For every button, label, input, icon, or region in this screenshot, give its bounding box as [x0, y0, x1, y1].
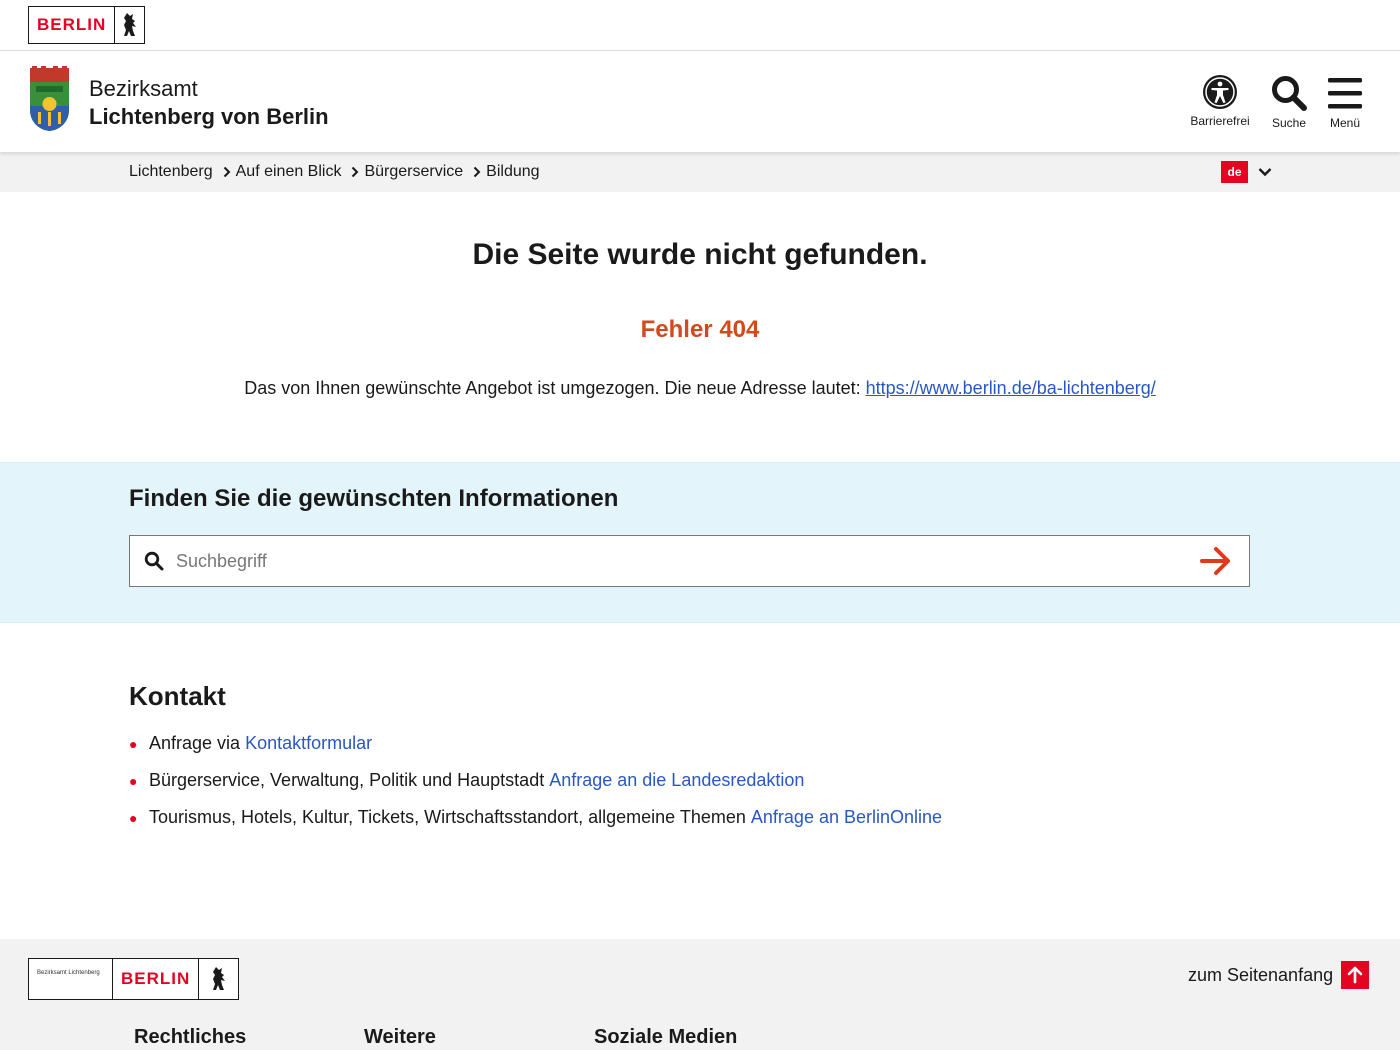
accessibility-button[interactable]: Barrierefrei: [1186, 74, 1254, 128]
list-item: ● Tourismus, Hotels, Kultur, Tickets, Wi…: [129, 807, 942, 844]
menu-label: Menü: [1329, 116, 1361, 130]
berlin-logo-text: BERLIN: [37, 15, 107, 34]
breadcrumb-link[interactable]: Lichtenberg: [129, 163, 213, 181]
contact-heading: Kontakt: [129, 681, 226, 711]
back-to-top-button[interactable]: zum Seitenanfang: [1188, 961, 1370, 989]
berlin-bear-icon: [114, 7, 144, 43]
error-message: Das von Ihnen gewünschte Angebot ist umg…: [0, 378, 1400, 399]
bullet-icon: ●: [129, 810, 138, 826]
footer-heading-rechtliches[interactable]: Rechtliches: [134, 1026, 246, 1049]
contact-item-text: Tourismus, Hotels, Kultur, Tickets, Wirt…: [149, 807, 746, 827]
contact-item-text: Bürgerservice, Verwaltung, Politik und H…: [149, 770, 545, 790]
search-input[interactable]: [176, 550, 1183, 572]
search-box: [129, 535, 1250, 587]
search-heading: Finden Sie die gewünschten Informationen: [129, 485, 619, 512]
error-message-text: Das von Ihnen gewünschte Angebot ist umg…: [244, 378, 861, 398]
search-section: Finden Sie die gewünschten Informationen: [0, 462, 1400, 623]
chevron-down-icon: [1258, 165, 1272, 179]
contact-list: ● Anfrage via Kontaktformular ● Bürgerse…: [129, 733, 942, 844]
list-item: ● Bürgerservice, Verwaltung, Politik und…: [129, 770, 942, 807]
chevron-right-icon: [351, 166, 359, 178]
contact-item-text: Anfrage via: [149, 733, 241, 753]
search-submit-button[interactable]: [1183, 536, 1249, 586]
contact-form-link[interactable]: Kontaktformular: [245, 733, 372, 754]
arrow-right-icon: [1200, 547, 1230, 575]
coat-of-arms-icon[interactable]: [28, 66, 71, 132]
footer-heading-weitere[interactable]: Weitere: [364, 1026, 436, 1049]
chevron-right-icon: [223, 166, 231, 178]
search-label: Suche: [1271, 116, 1307, 130]
accessibility-icon: [1203, 75, 1237, 109]
list-item: ● Anfrage via Kontaktformular: [129, 733, 942, 770]
site-footer: Bezirksamt Lichtenberg BERLIN zum Seiten…: [0, 939, 1400, 1050]
bullet-icon: ●: [129, 736, 138, 752]
arrow-up-icon: [1341, 961, 1370, 989]
breadcrumb-item-lichtenberg[interactable]: Lichtenberg: [129, 163, 213, 181]
header-search-button[interactable]: Suche: [1266, 74, 1312, 130]
search-icon: [130, 551, 176, 571]
site-header: Bezirksamt Lichtenberg von Berlin Barrie…: [0, 51, 1400, 152]
footer-berlin-text: BERLIN: [121, 969, 191, 988]
landesredaktion-link[interactable]: Anfrage an die Landesredaktion: [549, 770, 804, 791]
new-address-link[interactable]: https://www.berlin.de/ba-lichtenberg/: [866, 378, 1156, 398]
breadcrumb-bar: Lichtenberg Auf einen Blick Bürgerservic…: [0, 152, 1400, 192]
hamburger-menu-icon: [1328, 78, 1362, 109]
org-name-line2: Lichtenberg von Berlin: [89, 104, 329, 129]
breadcrumb-item-bildung[interactable]: Bildung: [486, 163, 539, 181]
top-bar: BERLIN: [0, 0, 1400, 51]
language-badge: de: [1221, 161, 1248, 183]
org-name-line1: Bezirksamt: [89, 76, 198, 101]
error-code: Fehler 404: [640, 316, 760, 343]
search-icon: [1272, 76, 1307, 111]
footer-logo-small-text: Bezirksamt Lichtenberg: [29, 959, 113, 999]
footer-heading-soziale-medien[interactable]: Soziale Medien: [594, 1026, 737, 1049]
bullet-icon: ●: [129, 773, 138, 789]
berlinonline-link[interactable]: Anfrage an BerlinOnline: [751, 807, 942, 828]
page-title: Die Seite wurde nicht gefunden.: [472, 238, 928, 271]
breadcrumb-item-buergerservice[interactable]: Bürgerservice: [364, 163, 463, 181]
menu-button[interactable]: Menü: [1322, 74, 1368, 130]
accessibility-label: Barrierefrei: [1190, 114, 1250, 128]
back-to-top-label: zum Seitenanfang: [1188, 964, 1334, 985]
berlin-bear-icon: [198, 959, 238, 999]
breadcrumb-item-auf-einen-blick[interactable]: Auf einen Blick: [236, 163, 342, 181]
chevron-right-icon: [473, 166, 481, 178]
footer-logo[interactable]: Bezirksamt Lichtenberg BERLIN: [28, 958, 240, 1000]
berlin-logo[interactable]: BERLIN: [28, 6, 146, 44]
breadcrumb: Lichtenberg Auf einen Blick Bürgerservic…: [129, 163, 540, 181]
language-selector[interactable]: de: [1221, 161, 1272, 183]
organisation-name[interactable]: Bezirksamt Lichtenberg von Berlin: [89, 75, 329, 131]
